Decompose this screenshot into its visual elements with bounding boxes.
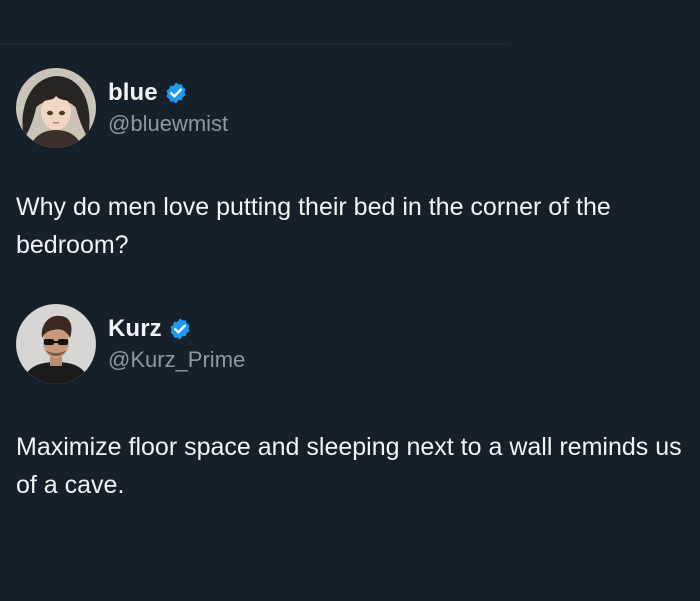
avatar[interactable] <box>16 68 96 148</box>
name-row: blue <box>108 79 228 107</box>
top-divider <box>0 43 510 44</box>
name-row: Kurz <box>108 315 245 343</box>
post-text: Maximize floor space and sleeping next t… <box>16 433 682 499</box>
post-text: Why do men love putting their bed in the… <box>16 193 611 259</box>
post-blue: blue @bluewmist Why do men love putting … <box>16 68 684 264</box>
post-header: Kurz @Kurz_Prime <box>16 304 684 384</box>
display-name[interactable]: blue <box>108 79 158 107</box>
verified-badge-icon <box>164 81 188 105</box>
post-header: blue @bluewmist <box>16 68 684 148</box>
display-name[interactable]: Kurz <box>108 315 162 343</box>
user-handle[interactable]: @Kurz_Prime <box>108 347 245 373</box>
user-names: Kurz @Kurz_Prime <box>108 315 245 373</box>
user-handle[interactable]: @bluewmist <box>108 111 228 137</box>
avatar[interactable] <box>16 304 96 384</box>
post-kurz: Kurz @Kurz_Prime Maximize floor space an… <box>16 304 684 504</box>
verified-badge-icon <box>168 317 192 341</box>
user-names: blue @bluewmist <box>108 79 228 137</box>
